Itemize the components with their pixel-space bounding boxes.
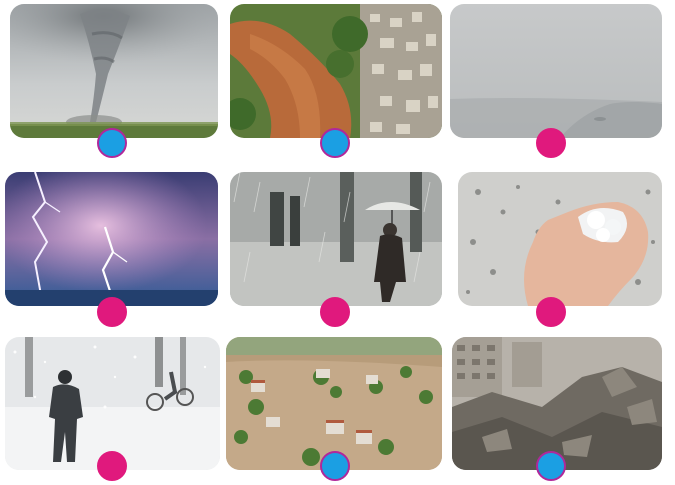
disaster-photo-grid: [0, 0, 675, 485]
marker-dot-hail[interactable]: [536, 297, 566, 327]
marker-dot-snowstorm[interactable]: [97, 451, 127, 481]
photo-earthquake-rubble: [452, 337, 662, 470]
photo-tornado: [10, 4, 218, 138]
photo-lightning-storm: [5, 172, 218, 306]
photo-landslide: [230, 4, 442, 138]
marker-dot-landslide[interactable]: [320, 128, 350, 158]
photo-heavy-rain: [230, 172, 442, 306]
photo-hail: [458, 172, 662, 306]
marker-dot-flood[interactable]: [320, 451, 350, 481]
marker-dot-fog[interactable]: [536, 128, 566, 158]
marker-dot-tornado[interactable]: [97, 128, 127, 158]
photo-fog: [450, 4, 662, 138]
marker-dot-heavy-rain[interactable]: [320, 297, 350, 327]
marker-dot-earthquake-rubble[interactable]: [536, 451, 566, 481]
marker-dot-lightning-storm[interactable]: [97, 297, 127, 327]
